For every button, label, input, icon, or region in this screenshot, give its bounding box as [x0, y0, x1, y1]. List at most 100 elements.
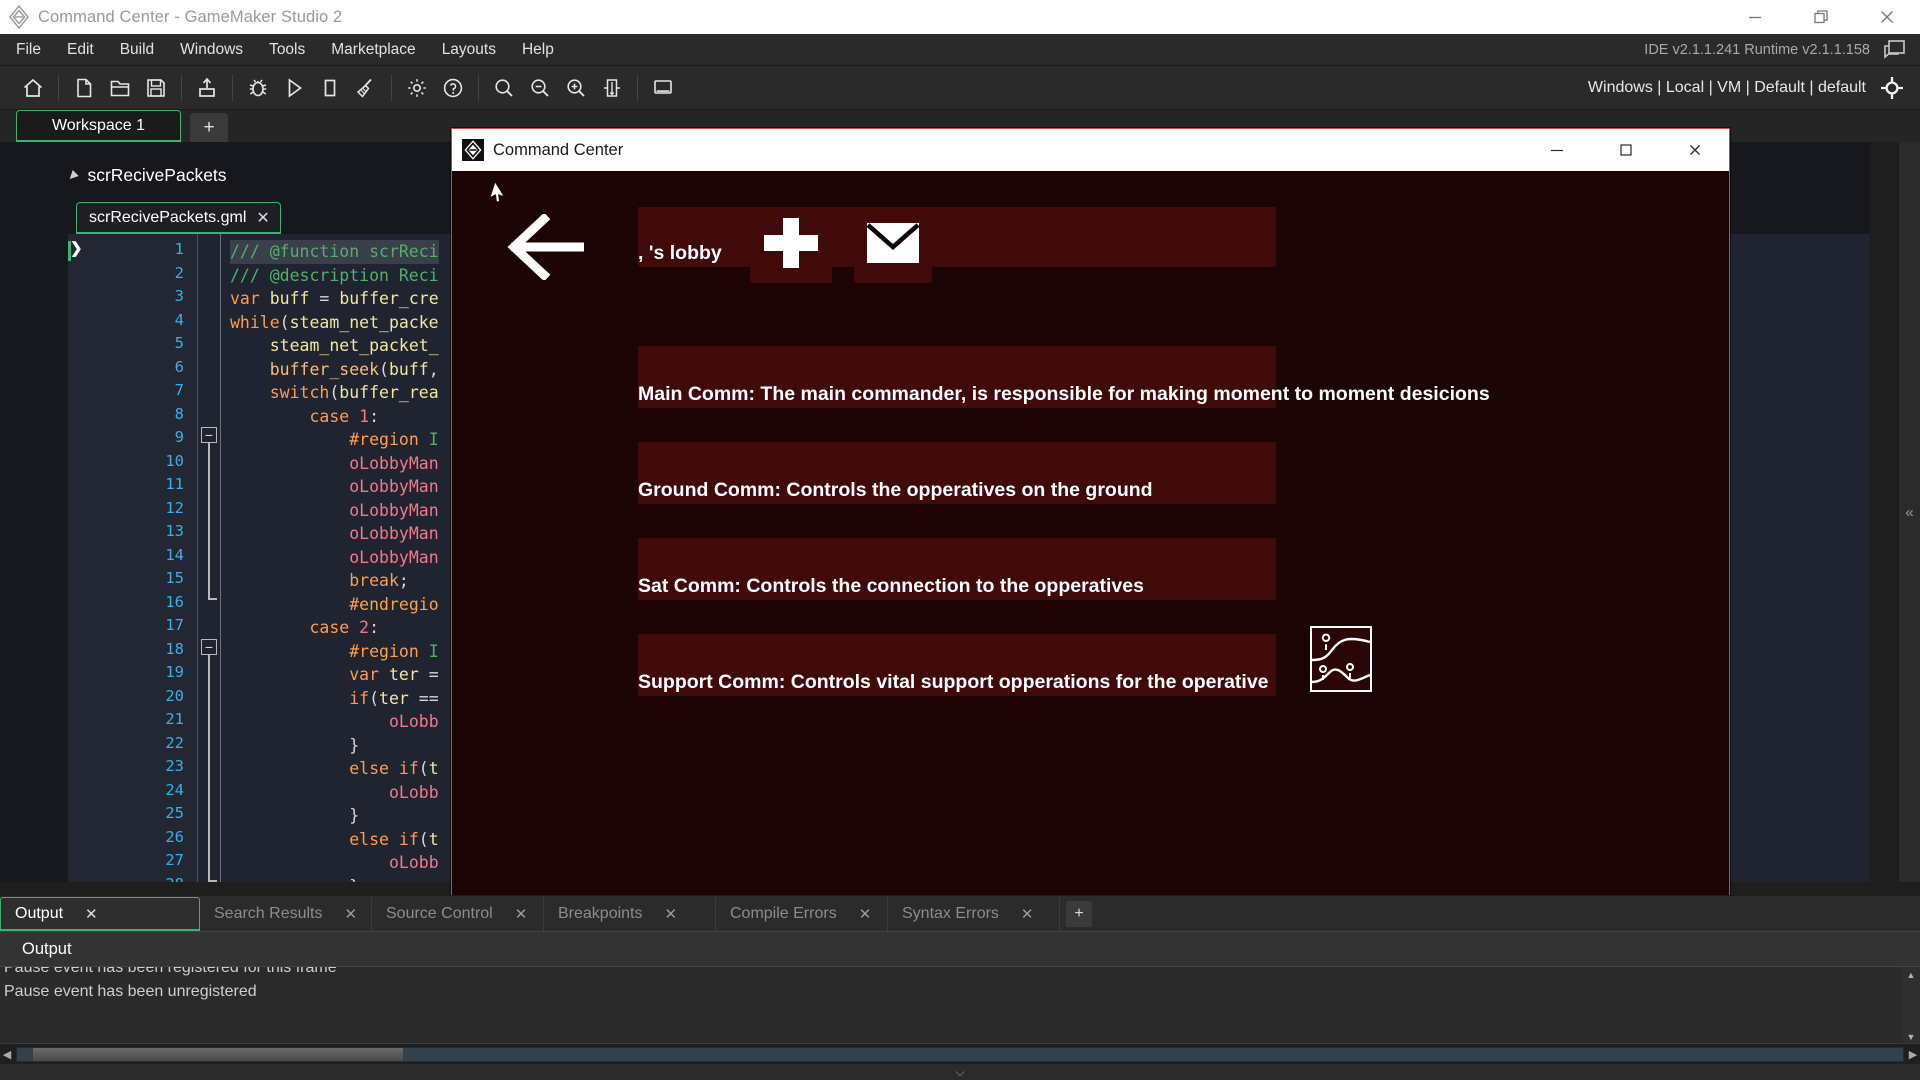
add-player-button[interactable] [750, 207, 832, 283]
game-canvas[interactable]: , 's lobby Main Comm: The main commander… [452, 171, 1729, 895]
clean-broom-icon[interactable] [348, 71, 384, 105]
code-line[interactable]: var ter = [230, 663, 438, 687]
debug-bug-icon[interactable] [240, 71, 276, 105]
menu-build[interactable]: Build [107, 34, 167, 65]
add-workspace-button[interactable]: + [190, 113, 228, 142]
file-tab-close-icon[interactable]: ✕ [256, 208, 269, 228]
close-button[interactable] [1854, 0, 1920, 34]
menu-file[interactable]: File [0, 34, 54, 65]
code-line[interactable]: /// @description Reci [230, 264, 439, 288]
comm-row-support[interactable]: Support Comm: Controls vital support opp… [638, 634, 1276, 696]
code-line[interactable]: oLobbyMan [230, 546, 438, 570]
menu-edit[interactable]: Edit [54, 34, 107, 65]
code-line[interactable]: oLobbyMan [230, 522, 438, 546]
zoom-reset-icon[interactable] [522, 71, 558, 105]
code-line[interactable]: else if(t [230, 757, 438, 781]
tab-workspace-1[interactable]: Workspace 1 [16, 110, 181, 142]
dock-tab-syntax-errors[interactable]: Syntax Errors ✕ [888, 897, 1060, 931]
code-line[interactable]: #region I [230, 640, 438, 664]
hscroll-track[interactable] [16, 1046, 1904, 1062]
comm-row-sat[interactable]: Sat Comm: Controls the connection to the… [638, 538, 1276, 600]
dock-tab-close-icon[interactable]: ✕ [515, 905, 528, 923]
export-package-icon[interactable] [189, 71, 225, 105]
code-line[interactable]: #endregio [230, 593, 438, 617]
resource-header[interactable]: ◀ scrRecivePackets [65, 160, 226, 190]
output-vertical-scrollbar[interactable]: ▲ ▼ [1902, 967, 1920, 1047]
game-maximize-button[interactable] [1591, 129, 1660, 171]
dock-tab-search-results[interactable]: Search Results ✕ [200, 897, 372, 931]
code-line[interactable]: /// @function scrReci [230, 240, 439, 264]
fold-toggle-icon[interactable]: − [201, 638, 217, 655]
code-line[interactable]: } [230, 804, 359, 828]
file-tab-scrrecivepackets[interactable]: scrRecivePackets.gml ✕ [76, 202, 281, 234]
code-line[interactable]: #region I [230, 428, 438, 452]
hscroll-thumb[interactable] [33, 1047, 403, 1061]
scroll-right-arrow-icon[interactable]: ▶ [1906, 1048, 1920, 1061]
dock-tab-close-icon[interactable]: ✕ [665, 905, 678, 923]
output-log[interactable]: Pause event has been registered for this… [0, 967, 1920, 1047]
save-icon[interactable] [138, 71, 174, 105]
game-close-button[interactable] [1660, 129, 1729, 171]
run-play-icon[interactable] [276, 71, 312, 105]
back-button[interactable] [506, 212, 585, 285]
code-line[interactable]: oLobbyMan [230, 499, 438, 523]
home-icon[interactable] [15, 71, 51, 105]
dock-tab-close-icon[interactable]: ✕ [85, 905, 98, 923]
zoom-in-icon[interactable] [558, 71, 594, 105]
new-file-icon[interactable] [66, 71, 102, 105]
target-platform-label[interactable]: Windows | Local | VM | Default | default [1588, 79, 1866, 97]
code-line[interactable]: buffer_seek(buff, [230, 358, 439, 382]
code-line[interactable]: oLobbyMan [230, 475, 438, 499]
map-button[interactable] [1310, 626, 1372, 692]
code-line[interactable]: if(ter == [230, 687, 438, 711]
open-folder-icon[interactable] [102, 71, 138, 105]
help-question-icon[interactable] [435, 71, 471, 105]
dock-tab-breakpoints[interactable]: Breakpoints ✕ [544, 897, 716, 931]
minimize-button[interactable] [1722, 0, 1788, 34]
add-dock-tab-button[interactable]: + [1066, 901, 1092, 927]
code-line[interactable]: while(steam_net_packe [230, 311, 439, 335]
code-line[interactable]: switch(buffer_rea [230, 381, 439, 405]
fit-to-window-icon[interactable] [594, 71, 630, 105]
dock-tab-close-icon[interactable]: ✕ [859, 905, 872, 923]
code-line[interactable]: var buff = buffer_cre [230, 287, 439, 311]
chat-bubble-icon[interactable] [1880, 36, 1908, 64]
menu-tools[interactable]: Tools [256, 34, 318, 65]
fold-marker-column[interactable]: − − [199, 234, 221, 882]
menu-marketplace[interactable]: Marketplace [318, 34, 428, 65]
code-line[interactable]: oLobb [230, 710, 439, 734]
scroll-left-arrow-icon[interactable]: ◀ [0, 1048, 14, 1061]
dock-tab-close-icon[interactable]: ✕ [345, 905, 358, 923]
dock-tab-source-control[interactable]: Source Control ✕ [372, 897, 544, 931]
scroll-up-arrow-icon[interactable]: ▲ [1902, 967, 1920, 983]
output-horizontal-scrollbar[interactable]: ◀ ▶ [0, 1043, 1920, 1064]
code-line[interactable]: else if(t [230, 828, 438, 852]
expand-down-icon[interactable]: ⌵ [955, 1065, 964, 1080]
code-line[interactable]: } [230, 734, 359, 758]
comm-row-ground[interactable]: Ground Comm: Controls the opperatives on… [638, 442, 1276, 504]
zoom-out-icon[interactable] [486, 71, 522, 105]
menu-layouts[interactable]: Layouts [429, 34, 509, 65]
stop-icon[interactable] [312, 71, 348, 105]
collapse-caret-icon[interactable]: ◀ [65, 167, 79, 182]
code-line[interactable]: } [230, 875, 359, 883]
settings-gear-icon[interactable] [399, 71, 435, 105]
comm-row-main[interactable]: Main Comm: The main commander, is respon… [638, 346, 1490, 408]
code-line[interactable]: oLobb [230, 781, 439, 805]
menu-help[interactable]: Help [509, 34, 567, 65]
code-line[interactable]: oLobbyMan [230, 452, 438, 476]
dock-tab-compile-errors[interactable]: Compile Errors ✕ [716, 897, 888, 931]
fold-toggle-icon[interactable]: − [201, 427, 217, 443]
target-crosshair-icon[interactable] [1874, 71, 1910, 105]
code-line[interactable]: case 2: [230, 616, 379, 640]
game-minimize-button[interactable] [1522, 129, 1591, 171]
code-line[interactable]: steam_net_packet_ [230, 334, 439, 358]
dock-tab-close-icon[interactable]: ✕ [1021, 905, 1034, 923]
restore-button[interactable] [1788, 0, 1854, 34]
code-line[interactable]: oLobb [230, 851, 439, 875]
code-line[interactable]: case 1: [230, 405, 379, 429]
menu-windows[interactable]: Windows [167, 34, 256, 65]
dock-tab-output[interactable]: Output ✕ [0, 897, 200, 931]
mail-button[interactable] [854, 207, 932, 283]
code-line[interactable]: break; [230, 569, 409, 593]
